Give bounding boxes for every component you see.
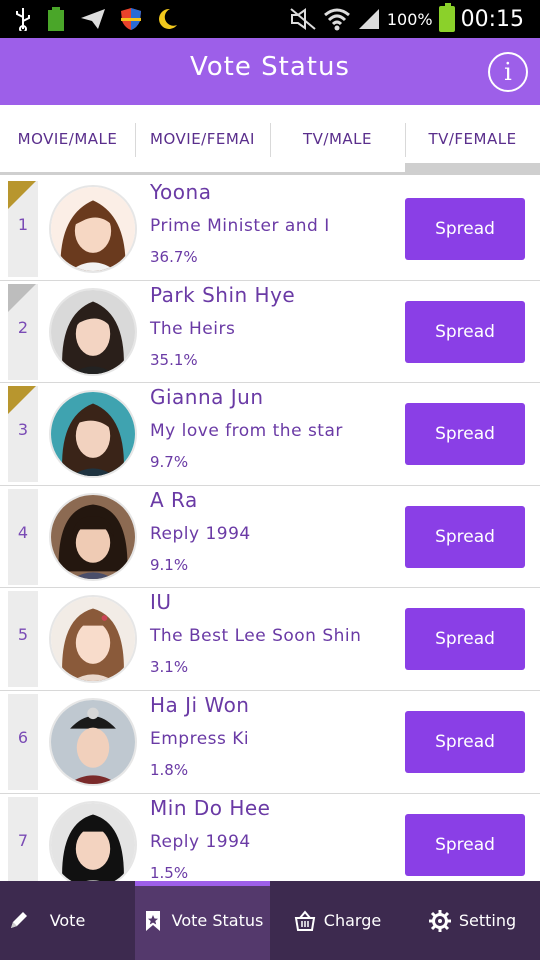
vote-percent: 1.8%	[150, 761, 189, 779]
spread-button[interactable]: Spread	[405, 198, 525, 260]
list-item: 2 Park Shin Hye The Heirs 35.1% Spread	[0, 281, 540, 384]
candidate-name: IU	[150, 590, 172, 615]
avatar	[49, 698, 137, 786]
shield-icon	[121, 8, 141, 30]
nav-charge[interactable]: Charge	[270, 881, 405, 960]
tab-tv-female[interactable]: TV/FEMALE	[405, 105, 540, 172]
page-title: Vote Status	[190, 52, 350, 82]
send-icon	[81, 9, 105, 29]
list-item: 4 A Ra Reply 1994 9.1% Spread	[0, 486, 540, 589]
list-item: 7 Min Do Hee Reply 1994 1.5% Spread	[0, 794, 540, 881]
rank-number: 1	[17, 215, 29, 234]
avatar	[49, 185, 137, 273]
bookmark-star-icon	[145, 910, 160, 931]
mute-icon	[290, 8, 316, 30]
nav-vote-label: Vote	[49, 911, 86, 930]
nav-charge-label: Charge	[323, 911, 382, 930]
gold-ribbon-icon	[8, 181, 36, 209]
candidate-show: The Best Lee Soon Shin	[150, 626, 362, 647]
battery-icon	[438, 3, 455, 32]
candidate-name: Park Shin Hye	[150, 282, 296, 307]
signal-icon	[358, 9, 379, 29]
vote-percent: 9.1%	[150, 555, 189, 574]
candidate-name: Ha Ji Won	[150, 693, 250, 717]
bottom-navigation: Vote Vote Status Charge Setting	[0, 881, 540, 960]
rank-column: 5	[8, 591, 38, 688]
bronze-ribbon-icon	[8, 386, 36, 415]
spread-button[interactable]: Spread	[405, 608, 525, 671]
list-item: 1 Yoona Prime Minister and I 36.7% Sprea…	[0, 178, 540, 281]
rank-number: 3	[17, 420, 29, 440]
avatar	[49, 287, 137, 376]
vote-percent: 9.7%	[150, 453, 189, 472]
vote-percent: 1.5%	[150, 863, 189, 881]
vote-percent: 35.1%	[150, 350, 198, 369]
list-item: 3 Gianna Jun My love from the star 9.7% …	[0, 383, 540, 486]
list-item: 5 IU The Best Lee Soon Shin 3.1% Spread	[0, 588, 540, 691]
pencil-icon	[11, 912, 27, 928]
wifi-icon	[323, 8, 350, 31]
tab-movie-male[interactable]: MOVIE/MALE	[0, 105, 135, 172]
nav-vote-status-label: Vote Status	[171, 911, 264, 930]
tab-tv-male[interactable]: TV/MALE	[270, 105, 405, 172]
candidate-show: My love from the star	[150, 421, 343, 442]
rank-column: 7	[8, 796, 38, 881]
candidate-name: A Ra	[150, 487, 198, 512]
rank-number: 4	[17, 522, 29, 542]
info-button[interactable]: i	[488, 52, 528, 92]
usb-icon	[16, 8, 30, 31]
vote-percent: 36.7%	[150, 248, 198, 266]
battery-small-icon	[48, 7, 64, 31]
avatar	[49, 492, 137, 581]
avatar	[49, 390, 137, 479]
nav-setting-label: Setting	[458, 911, 517, 930]
rank-column: 3	[8, 386, 38, 483]
rank-column: 4	[8, 488, 38, 585]
candidate-show: Reply 1994	[150, 831, 251, 852]
app-bar: Vote Status i	[0, 38, 540, 105]
clock: 00:15	[460, 6, 524, 32]
candidate-show: Empress Ki	[150, 729, 250, 749]
candidate-name: Min Do Hee	[150, 795, 271, 820]
gear-icon	[428, 909, 451, 932]
status-right-icons: 100% 00:15	[289, 3, 524, 34]
list-item: 6 Ha Ji Won Empress Ki 1.8% Spread	[0, 691, 540, 794]
basket-icon	[294, 909, 315, 931]
ranking-list[interactable]: 1 Yoona Prime Minister and I 36.7% Sprea…	[0, 178, 540, 881]
rank-number: 2	[17, 317, 29, 337]
avatar	[49, 595, 137, 684]
status-bar: 100% 00:15	[0, 0, 540, 38]
spread-button[interactable]: Spread	[405, 505, 525, 568]
avatar	[49, 800, 137, 881]
spread-button[interactable]: Spread	[405, 403, 525, 466]
rank-number: 6	[17, 728, 29, 747]
rank-column: 1	[8, 181, 38, 277]
rank-number: 5	[17, 625, 29, 645]
spread-button[interactable]: Spread	[405, 711, 525, 773]
spread-button[interactable]: Spread	[405, 300, 525, 363]
vote-percent: 3.1%	[150, 658, 189, 677]
candidate-show: Reply 1994	[150, 523, 251, 544]
battery-percent: 100%	[386, 9, 433, 29]
nav-vote[interactable]: Vote	[0, 881, 135, 960]
nav-vote-status[interactable]: Vote Status	[135, 881, 270, 960]
rank-number: 7	[17, 830, 29, 850]
tab-movie-female[interactable]: MOVIE/FEMAI	[135, 105, 270, 172]
candidate-show: Prime Minister and I	[150, 216, 330, 236]
silver-ribbon-icon	[8, 283, 36, 312]
candidate-name: Gianna Jun	[150, 385, 264, 410]
candidate-show: The Heirs	[150, 318, 236, 339]
nav-setting[interactable]: Setting	[405, 881, 540, 960]
moon-icon	[159, 8, 177, 29]
status-left-icons	[14, 6, 178, 32]
candidate-name: Yoona	[150, 180, 212, 204]
spread-button[interactable]: Spread	[405, 813, 525, 876]
category-tabs: MOVIE/MALE MOVIE/FEMAI TV/MALE TV/FEMALE	[0, 105, 540, 175]
rank-column: 6	[8, 694, 38, 790]
rank-column: 2	[8, 283, 38, 380]
